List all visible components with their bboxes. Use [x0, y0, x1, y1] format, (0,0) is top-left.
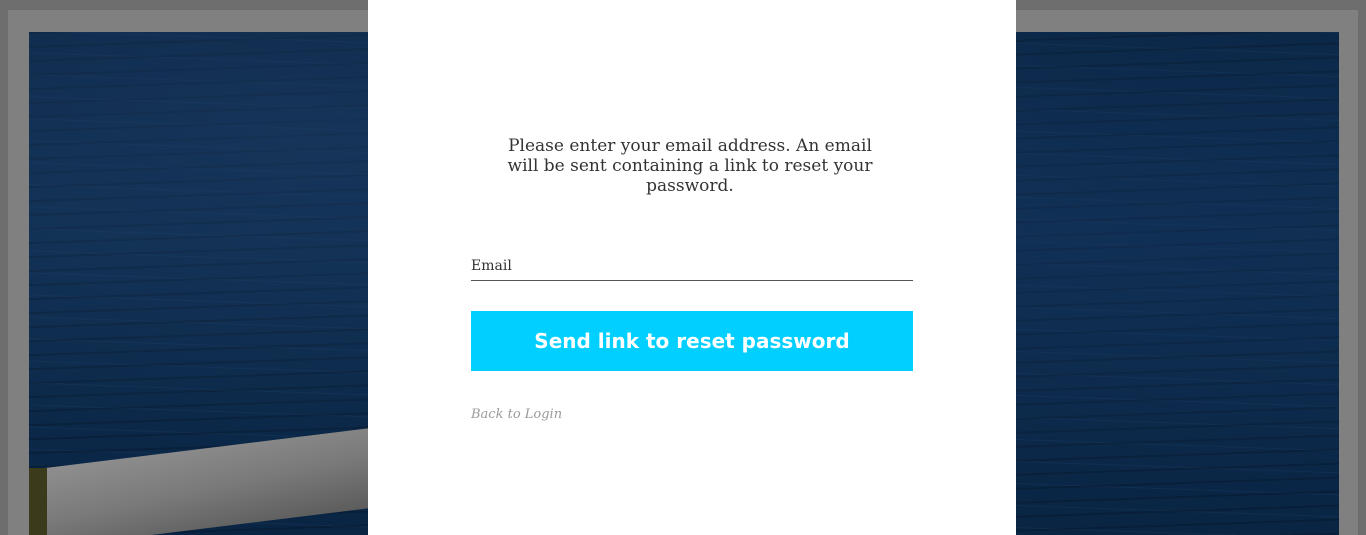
- background-pier-edge: [29, 468, 47, 535]
- reset-instructions: Please enter your email address. An emai…: [507, 136, 873, 196]
- back-to-login-link[interactable]: Back to Login: [471, 407, 562, 422]
- page: Please enter your email address. An emai…: [0, 0, 1366, 535]
- email-field-wrapper: [471, 254, 913, 281]
- email-field[interactable]: [471, 254, 911, 278]
- reset-password-panel: Please enter your email address. An emai…: [368, 0, 1016, 535]
- send-reset-link-button[interactable]: Send link to reset password: [471, 311, 913, 371]
